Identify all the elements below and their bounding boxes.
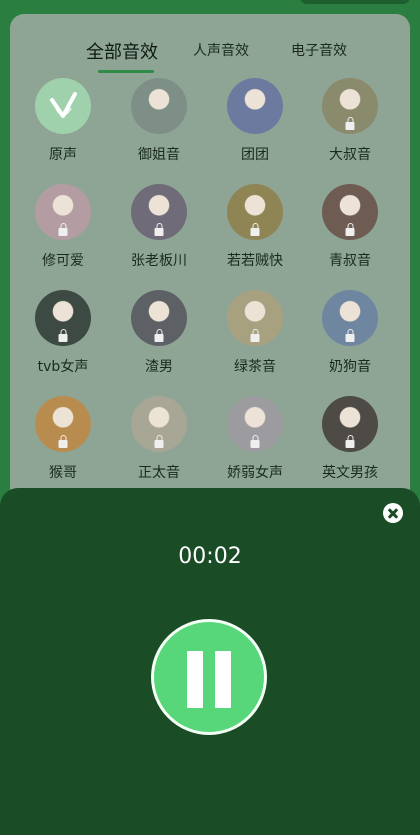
effect-label: 奶狗音	[329, 359, 371, 375]
effect-item[interactable]: 英文男孩	[302, 392, 398, 492]
lock-icon	[58, 435, 68, 448]
avatar-tvb-woman	[35, 290, 91, 346]
active-tab-indicator	[98, 70, 154, 73]
effect-item[interactable]: 修可爱	[15, 180, 111, 280]
avatar-uncle	[322, 78, 378, 134]
effect-label: 修可爱	[42, 253, 84, 269]
avatar-ruoruo	[227, 184, 283, 240]
effect-label: 团团	[241, 147, 269, 163]
effect-label: 正太音	[138, 465, 180, 481]
lock-icon	[154, 435, 164, 448]
avatar-puppy	[322, 290, 378, 346]
tab-electronic-effects[interactable]: 电子音效	[291, 40, 347, 60]
effect-item[interactable]: 张老板川	[111, 180, 207, 280]
pause-icon-bar	[215, 651, 231, 708]
effect-item[interactable]: 原声	[15, 74, 111, 174]
effect-tabs: 全部音效 人声音效 电子音效	[10, 26, 410, 76]
lock-icon	[250, 329, 260, 342]
lock-icon	[58, 329, 68, 342]
lock-icon	[250, 223, 260, 236]
voice-original-icon	[35, 78, 91, 134]
pause-icon	[187, 651, 203, 708]
effect-label: 原声	[49, 147, 77, 163]
avatar-green-tea	[227, 290, 283, 346]
top-action-pill	[300, 0, 410, 4]
lock-icon	[345, 117, 355, 130]
effect-label: 张老板川	[131, 253, 187, 269]
effect-item[interactable]: 御姐音	[111, 74, 207, 174]
effect-label: 青叔音	[329, 253, 371, 269]
effect-item[interactable]: 若若贼快	[207, 180, 303, 280]
lock-icon	[154, 223, 164, 236]
effect-item[interactable]: 渣男	[111, 286, 207, 386]
effect-item[interactable]: 正太音	[111, 392, 207, 492]
voice-effects-panel: 全部音效 人声音效 电子音效 原声 御姐音 团团 大叔音修可爱 张老板川 若若贼快 青叔音 t…	[10, 14, 410, 504]
avatar-delicate-woman	[227, 396, 283, 452]
recording-sheet: 00:02	[0, 488, 420, 835]
effect-item[interactable]: tvb女声	[15, 286, 111, 386]
lock-icon	[345, 329, 355, 342]
avatar-shota	[131, 396, 187, 452]
avatar-english-boy	[322, 396, 378, 452]
avatar-boss-zhang	[131, 184, 187, 240]
effect-label: tvb女声	[37, 359, 89, 375]
effect-item[interactable]: 绿茶音	[207, 286, 303, 386]
effect-label: 英文男孩	[322, 465, 378, 481]
effect-item[interactable]: 大叔音	[302, 74, 398, 174]
tab-all-effects[interactable]: 全部音效	[86, 38, 158, 64]
lock-icon	[154, 329, 164, 342]
effect-item[interactable]: 猴哥	[15, 392, 111, 492]
pause-button[interactable]	[151, 619, 267, 735]
effect-item[interactable]: 奶狗音	[302, 286, 398, 386]
recording-timer: 00:02	[178, 544, 242, 569]
tab-human-effects[interactable]: 人声音效	[193, 40, 249, 60]
lock-icon	[345, 435, 355, 448]
avatar-scumbag	[131, 290, 187, 346]
lock-icon	[250, 435, 260, 448]
lock-icon	[345, 223, 355, 236]
avatar-mature-woman	[131, 78, 187, 134]
close-icon[interactable]	[383, 503, 403, 523]
lock-icon	[58, 223, 68, 236]
effect-label: 猴哥	[49, 465, 77, 481]
avatar-tuantuan	[227, 78, 283, 134]
effect-label: 大叔音	[329, 147, 371, 163]
effect-item[interactable]: 青叔音	[302, 180, 398, 280]
avatar-cute	[35, 184, 91, 240]
effect-label: 若若贼快	[227, 253, 283, 269]
effect-label: 渣男	[145, 359, 173, 375]
effect-item[interactable]: 娇弱女声	[207, 392, 303, 492]
effect-item[interactable]: 团团	[207, 74, 303, 174]
effect-label: 御姐音	[138, 147, 180, 163]
effect-label: 绿茶音	[234, 359, 276, 375]
avatar-young-uncle	[322, 184, 378, 240]
avatar-monkey	[35, 396, 91, 452]
effect-label: 娇弱女声	[227, 465, 283, 481]
